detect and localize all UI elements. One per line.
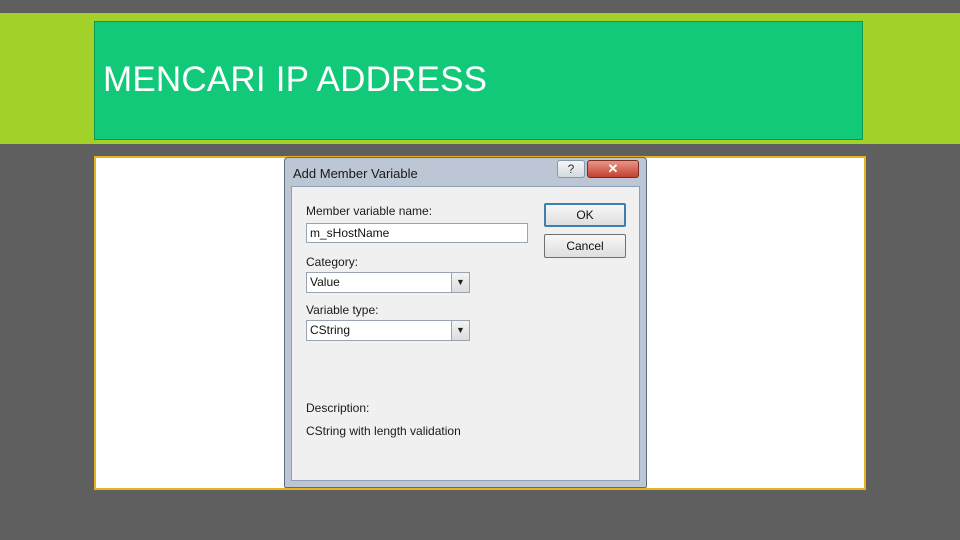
- ok-button[interactable]: OK: [544, 203, 626, 227]
- category-select[interactable]: Value ▼: [306, 272, 470, 293]
- cancel-button[interactable]: Cancel: [544, 234, 626, 258]
- description-text: CString with length validation: [306, 424, 461, 438]
- add-member-variable-dialog: Add Member Variable ? ✕ Member variable …: [284, 157, 647, 488]
- member-name-label: Member variable name:: [306, 204, 433, 218]
- category-value: Value: [310, 275, 340, 289]
- slide-title-box: MENCARI IP ADDRESS: [94, 21, 863, 140]
- variable-type-select[interactable]: CString ▼: [306, 320, 470, 341]
- member-name-input[interactable]: m_sHostName: [306, 223, 528, 243]
- help-button[interactable]: ?: [557, 160, 585, 178]
- chevron-down-icon[interactable]: ▼: [451, 321, 469, 340]
- chevron-down-icon[interactable]: ▼: [451, 273, 469, 292]
- slide-title: MENCARI IP ADDRESS: [103, 60, 488, 99]
- close-button[interactable]: ✕: [587, 160, 639, 178]
- description-label: Description:: [306, 401, 370, 415]
- dialog-title: Add Member Variable: [293, 166, 418, 181]
- dialog-body: Member variable name: m_sHostName Catego…: [291, 186, 640, 481]
- variable-type-value: CString: [310, 323, 351, 337]
- category-label: Category:: [306, 255, 359, 269]
- variable-type-label: Variable type:: [306, 303, 379, 317]
